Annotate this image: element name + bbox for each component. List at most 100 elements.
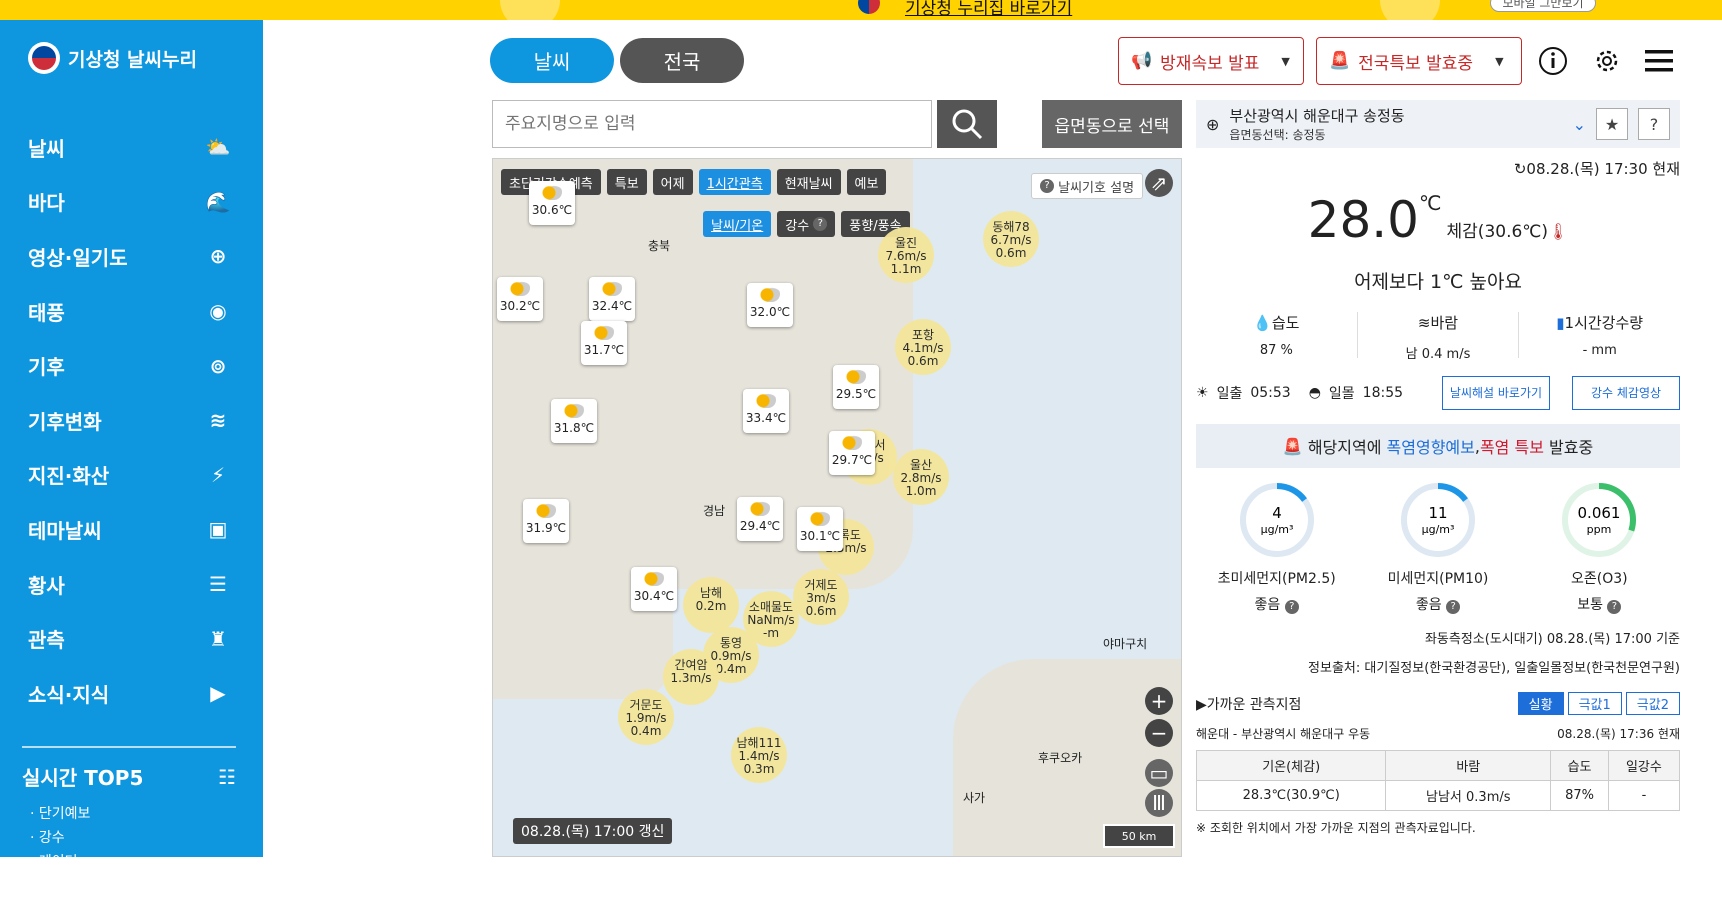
buoy-value: 0.4m bbox=[630, 724, 662, 738]
location-box[interactable]: ⊕ 부산광역시 해운대구 송정동 읍면동선택: 송정동 ⌄ ★ ? bbox=[1196, 100, 1680, 148]
sidebar-item-typhoon[interactable]: 태풍 ◉ bbox=[28, 284, 233, 339]
hamburger-menu-icon[interactable] bbox=[1642, 44, 1676, 78]
help-icon[interactable]: ? bbox=[1607, 600, 1622, 614]
region-select-button[interactable]: 읍면동으로 선택 bbox=[1042, 100, 1182, 148]
station-marker[interactable]: 32.0℃ bbox=[747, 283, 793, 327]
table-header-row: 기온(체감) 바람 습도 일강수 bbox=[1195, 750, 1681, 781]
weather-map[interactable]: 초단기강수예측 특보 어제 1시간관측 현재날씨 예보 날씨/기온 강수 ? 풍… bbox=[492, 158, 1182, 857]
top5-section: 실시간 TOP5 ☷ 단기예보 강수 레이더 특보현황 bbox=[22, 746, 236, 899]
sidebar-item-climate-change[interactable]: 기후변화 ≋ bbox=[28, 393, 233, 448]
gauge-unit: μg/m³ bbox=[1260, 523, 1293, 536]
buoy-marker[interactable]: 남해 0.2m bbox=[683, 577, 739, 633]
nearby-time: 08.28.(목) 17:36 현재 bbox=[1557, 727, 1680, 741]
station-marker[interactable]: 29.5℃ bbox=[833, 365, 879, 409]
map-tab-hourly[interactable]: 1시간관측 bbox=[698, 169, 771, 195]
layers-icon[interactable]: Ⅲ bbox=[1145, 789, 1173, 817]
sidebar-item-dust[interactable]: 황사 ☰ bbox=[28, 557, 233, 612]
buoy-marker[interactable]: 울진 7.6m/s 1.1m bbox=[878, 227, 934, 283]
siren-icon: 🚨 bbox=[1282, 436, 1303, 456]
top5-item[interactable]: 단기예보 bbox=[22, 803, 236, 827]
map-sub-rain[interactable]: 강수 ? bbox=[777, 211, 836, 237]
station-marker[interactable]: 31.7℃ bbox=[581, 321, 627, 365]
sidebar-item-imagery[interactable]: 영상·일기도 ⊕ bbox=[28, 229, 233, 284]
help-icon[interactable]: ? bbox=[1284, 600, 1299, 614]
weather-commentary-button[interactable]: 날씨해설 바로가기 bbox=[1442, 376, 1550, 410]
kma-homepage-link[interactable]: 기상청 누리집 바로가기 bbox=[905, 0, 1072, 19]
station-marker[interactable]: 31.9℃ bbox=[523, 499, 569, 543]
sidebar-item-weather[interactable]: 날씨 ⛅ bbox=[28, 120, 233, 175]
buoy-marker[interactable]: 거제도 3m/s 0.6m bbox=[793, 569, 849, 625]
sunrise-label: 일출 bbox=[1216, 386, 1243, 402]
buoy-value: 0.3m bbox=[743, 762, 775, 776]
alert-forecast-link[interactable]: 폭염영향예보 bbox=[1387, 434, 1475, 458]
buoy-marker[interactable]: 간여암 1.3m/s bbox=[663, 649, 719, 705]
map-tab-yesterday[interactable]: 어제 bbox=[652, 169, 693, 195]
list-icon[interactable]: ☷ bbox=[218, 765, 236, 789]
buoy-marker[interactable]: 거문도 1.9m/s 0.4m bbox=[618, 689, 674, 745]
top5-item[interactable]: 특보현황 bbox=[22, 875, 236, 899]
tab-national[interactable]: 전국 bbox=[620, 38, 744, 83]
favorite-star-icon[interactable]: ★ bbox=[1596, 108, 1628, 140]
station-marker[interactable]: 32.4℃ bbox=[589, 277, 635, 321]
help-icon[interactable]: ? bbox=[1446, 600, 1461, 614]
info-icon[interactable] bbox=[1536, 44, 1570, 78]
chevron-down-icon[interactable]: ⌄ bbox=[1573, 115, 1586, 134]
search-input[interactable] bbox=[492, 100, 932, 148]
brand-logo[interactable]: 기상청 날씨누리 bbox=[28, 42, 197, 74]
mobile-close-button[interactable]: 모바일 그만보기 bbox=[1490, 0, 1596, 12]
top5-item[interactable]: 레이더 bbox=[22, 851, 236, 875]
top5-item[interactable]: 강수 bbox=[22, 827, 236, 851]
station-marker[interactable]: 30.4℃ bbox=[631, 567, 677, 611]
station-marker[interactable]: 30.6℃ bbox=[529, 181, 575, 225]
tab-live[interactable]: 실황 bbox=[1517, 692, 1564, 715]
disaster-news-dropdown[interactable]: 📢 방재속보 발표 ▼ bbox=[1118, 37, 1304, 85]
map-tab-warning[interactable]: 특보 bbox=[606, 169, 647, 195]
rain-video-button[interactable]: 강수 체감영상 bbox=[1572, 376, 1680, 410]
ruler-icon[interactable]: ▭ bbox=[1145, 759, 1173, 787]
sidebar-item-climate[interactable]: 기후 ⊚ bbox=[28, 338, 233, 393]
station-marker[interactable]: 29.7℃ bbox=[829, 431, 875, 475]
air-station-source: 좌동측정소(도시대기) 08.28.(목) 17:00 기준 bbox=[1424, 632, 1680, 647]
station-marker[interactable]: 29.4℃ bbox=[737, 497, 783, 541]
crosshair-icon[interactable]: ⊕ bbox=[1206, 115, 1219, 134]
tab-extreme1[interactable]: 극값1 bbox=[1567, 692, 1622, 715]
alert-warning-link[interactable]: 폭염 특보 bbox=[1480, 434, 1544, 458]
pm10-gauge: 11μg/m³ bbox=[1400, 483, 1475, 557]
tab-extreme2[interactable]: 극값2 bbox=[1625, 692, 1680, 715]
legend-button[interactable]: ? 날씨기호 설명 bbox=[1031, 173, 1144, 199]
special-report-dropdown[interactable]: 🚨 전국특보 발효중 ▼ bbox=[1316, 37, 1522, 85]
buoy-marker[interactable]: 포항 4.1m/s 0.6m bbox=[895, 319, 951, 375]
sidebar-item-observation[interactable]: 관측 ♜ bbox=[28, 611, 233, 666]
map-tab-forecast[interactable]: 예보 bbox=[846, 169, 887, 195]
table-header: 일강수 bbox=[1607, 750, 1681, 781]
buoy-marker[interactable]: 동해78 6.7m/s 0.6m bbox=[983, 211, 1039, 267]
help-button[interactable]: ? bbox=[1638, 108, 1670, 140]
zoom-in-button[interactable]: + bbox=[1145, 687, 1173, 715]
sidebar-item-earthquake[interactable]: 지진·화산 ⚡ bbox=[28, 448, 233, 503]
sidebar-item-theme[interactable]: 테마날씨 ▣ bbox=[28, 502, 233, 557]
sidebar-item-sea[interactable]: 바다 🌊 bbox=[28, 175, 233, 230]
air-quality: 4 μg/m³ 초미세먼지(PM2.5) 좋음 ? 11 μg/m³ 미세먼지(PM… bbox=[1196, 480, 1680, 614]
gauge-name: 오존(O3) bbox=[1571, 571, 1628, 587]
menu-label: 황사 bbox=[28, 573, 65, 598]
search-icon bbox=[952, 109, 983, 140]
gear-icon[interactable] bbox=[1590, 44, 1624, 78]
refresh-icon[interactable]: ↻ bbox=[1514, 160, 1527, 178]
tab-weather[interactable]: 날씨 bbox=[490, 38, 614, 83]
map-tab-current[interactable]: 현재날씨 bbox=[776, 169, 841, 195]
gauge-grade: 보통 bbox=[1577, 597, 1603, 613]
table-cell: 87% bbox=[1550, 780, 1609, 811]
menu-label: 관측 bbox=[28, 628, 65, 653]
map-sub-temp[interactable]: 날씨/기온 bbox=[703, 211, 772, 237]
sidebar-item-news[interactable]: 소식·지식 ▶ bbox=[28, 666, 233, 721]
station-marker[interactable]: 31.8℃ bbox=[551, 399, 597, 443]
station-marker[interactable]: 30.1℃ bbox=[797, 507, 843, 551]
current-temp: 28.0℃ 체감(30.6℃)🌡 bbox=[1196, 191, 1680, 249]
station-marker[interactable]: 33.4℃ bbox=[743, 389, 789, 433]
buoy-marker[interactable]: 울산 2.8m/s 1.0m bbox=[893, 449, 949, 505]
search-button[interactable] bbox=[937, 100, 997, 148]
buoy-marker[interactable]: 남해111 1.4m/s 0.3m bbox=[731, 727, 787, 783]
zoom-out-button[interactable]: − bbox=[1145, 719, 1173, 747]
external-link-icon[interactable]: ⇗ bbox=[1145, 169, 1173, 197]
station-marker[interactable]: 30.2℃ bbox=[497, 277, 543, 321]
